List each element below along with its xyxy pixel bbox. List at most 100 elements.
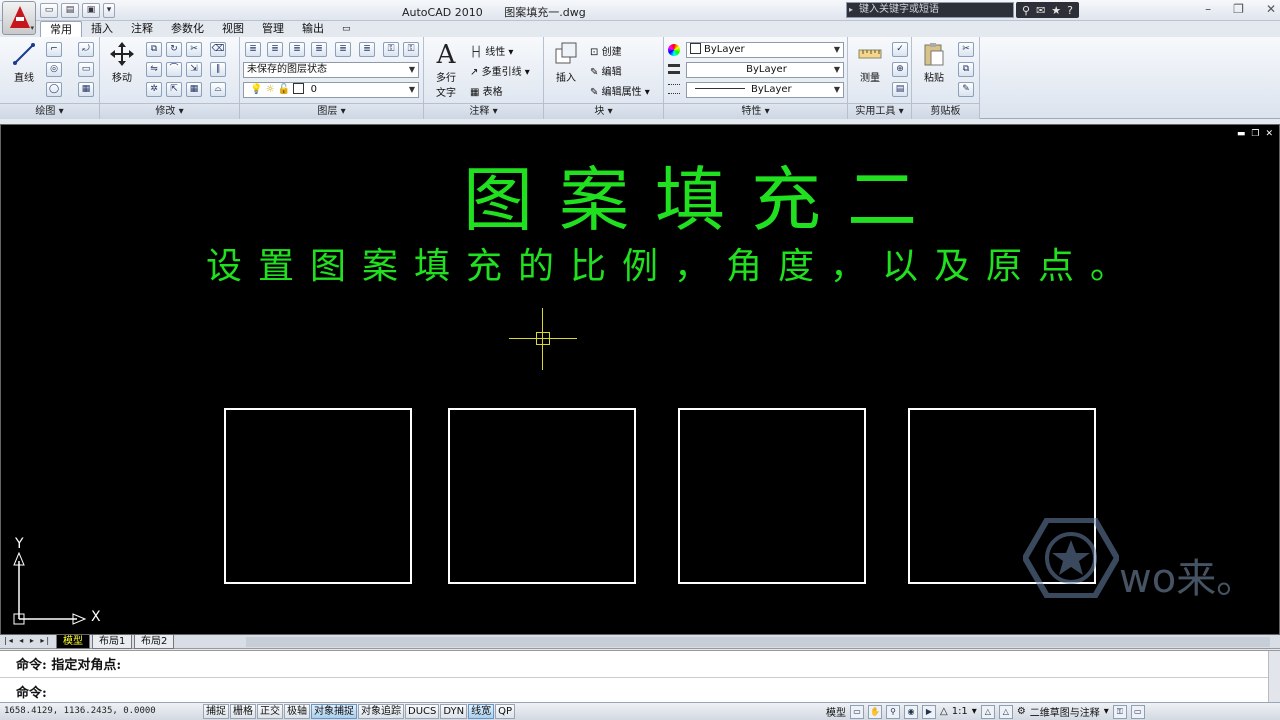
tab-home[interactable]: 常用 [40, 21, 82, 37]
pan-icon[interactable]: ✋ [868, 704, 882, 719]
panel-title-properties[interactable]: 特性 ▾ [664, 103, 847, 119]
layer-lock-icon[interactable]: ⚿ [383, 42, 399, 57]
save-icon[interactable]: ▣ [82, 2, 100, 18]
restore-drawing-icon[interactable]: ❐ [1251, 129, 1259, 139]
mtext-button[interactable]: A 多行 文字 [430, 41, 462, 99]
layer-unlock-icon[interactable]: ⚿ [403, 42, 419, 57]
command-scrollbar[interactable] [1268, 651, 1280, 703]
command-prompt[interactable]: 命令: [16, 682, 47, 701]
quick-select-icon[interactable]: ✓ [892, 42, 908, 57]
rotate-icon[interactable]: ↻ [166, 42, 182, 57]
panel-title-utilities[interactable]: 实用工具 ▾ [848, 103, 911, 119]
rectangle-icon[interactable]: ▭ [78, 62, 94, 77]
color-wheel-icon[interactable] [668, 44, 680, 56]
paste-button[interactable]: 粘贴 [918, 41, 950, 84]
tab-manage[interactable]: 管理 [253, 21, 293, 37]
lineweight-dropdown[interactable]: ByLayer ▼ [686, 82, 844, 98]
minimize-drawing-icon[interactable]: ▬ [1237, 129, 1246, 139]
qp-toggle[interactable]: QP [495, 704, 516, 719]
panel-title-modify[interactable]: 修改 ▾ [100, 103, 239, 119]
select-all-icon[interactable]: ⊕ [892, 62, 908, 77]
polar-toggle[interactable]: 极轴 [284, 704, 310, 719]
scale-icon[interactable]: ⇱ [166, 82, 182, 97]
linetype-dropdown[interactable]: ByLayer ▼ [686, 62, 844, 78]
match-properties-icon[interactable]: ✎ [958, 82, 974, 97]
insert-block-button[interactable]: 插入 [550, 41, 582, 84]
layout-tab-model[interactable]: 模型 [56, 635, 90, 649]
model-space-label[interactable]: 模型 [826, 704, 846, 719]
layout-nav-arrows-icon[interactable]: |◂ ◂ ▸ ▸| [4, 636, 51, 645]
multileader-button[interactable]: ↗ 多重引线 ▾ [470, 63, 530, 78]
panel-title-clipboard[interactable]: 剪贴板 [912, 103, 979, 119]
auto-scale-icon[interactable]: △ [998, 704, 1013, 719]
qat-dropdown-icon[interactable]: ▾ [103, 2, 115, 18]
help-icon[interactable]: ? [1067, 4, 1073, 17]
table-button[interactable]: ▦ 表格 [470, 83, 503, 98]
ortho-toggle[interactable]: 正交 [257, 704, 283, 719]
ducs-toggle[interactable]: DUCS [405, 704, 440, 719]
circle-icon[interactable]: ◎ [46, 62, 62, 77]
lock-toolbar-icon[interactable]: ⚿ [1112, 704, 1127, 719]
workspace-switch[interactable]: 二维草图与注释 [1030, 704, 1100, 719]
grid-toggle[interactable]: 栅格 [230, 704, 256, 719]
offset-icon[interactable]: ∥ [210, 62, 226, 77]
measure-button[interactable]: 测量 [852, 41, 888, 84]
annotation-visibility-icon[interactable]: △ [980, 704, 995, 719]
polyline-icon[interactable]: ⌐ [46, 42, 62, 57]
layer-properties-icon[interactable]: ≣ [245, 42, 261, 57]
open-file-icon[interactable]: ▤ [61, 2, 79, 18]
tab-view[interactable]: 视图 [213, 21, 253, 37]
trim-icon[interactable]: ✂ [186, 42, 202, 57]
showmotion-icon[interactable]: ▶ [922, 704, 936, 719]
edit-attributes-button[interactable]: ✎ 编辑属性 ▾ [590, 83, 650, 98]
join-icon[interactable]: ⌓ [210, 82, 226, 97]
ribbon-minimize-icon[interactable]: ▭ [333, 21, 360, 37]
cut-icon[interactable]: ✂ [958, 42, 974, 57]
favorites-icon[interactable]: ★ [1051, 4, 1061, 17]
close-icon[interactable]: ✕ [1266, 2, 1276, 16]
array-icon[interactable]: ▦ [186, 82, 202, 97]
minimize-icon[interactable]: – [1205, 2, 1211, 16]
snap-toggle[interactable]: 捕捉 [203, 704, 229, 719]
horizontal-scrollbar[interactable] [246, 637, 1270, 647]
layer-state-dropdown[interactable]: 未保存的图层状态 ▼ [243, 62, 419, 78]
tab-annotate[interactable]: 注释 [122, 21, 162, 37]
lineweight-toggle[interactable]: 线宽 [468, 704, 495, 719]
rectangle-boundary[interactable] [678, 408, 866, 584]
explode-icon[interactable]: ✲ [146, 82, 162, 97]
tab-insert[interactable]: 插入 [82, 21, 122, 37]
layout-tab-layout2[interactable]: 布局2 [134, 635, 175, 649]
color-dropdown[interactable]: ByLayer ▼ [686, 42, 844, 58]
binoculars-icon[interactable]: ⚲ [1022, 4, 1030, 17]
layer-off-icon[interactable]: ≣ [359, 42, 375, 57]
layer-previous-icon[interactable]: ≣ [289, 42, 305, 57]
panel-title-layers[interactable]: 图层 ▾ [240, 103, 423, 119]
stretch-icon[interactable]: ⇲ [186, 62, 202, 77]
erase-icon[interactable]: ⌫ [210, 42, 226, 57]
annotation-scale[interactable]: 1:1 [952, 706, 968, 717]
create-block-button[interactable]: ⊡ 创建 [590, 43, 622, 58]
panel-title-draw[interactable]: 绘图 ▾ [0, 103, 99, 119]
clean-screen-icon[interactable]: ▭ [1130, 704, 1145, 719]
communication-center-icon[interactable]: ✉ [1036, 4, 1045, 17]
copy-clip-icon[interactable]: ⧉ [958, 62, 974, 77]
osnap-toggle[interactable]: 对象捕捉 [311, 704, 357, 719]
dyn-toggle[interactable]: DYN [440, 704, 468, 719]
new-file-icon[interactable]: ▭ [40, 2, 58, 18]
zoom-icon[interactable]: ⚲ [886, 704, 900, 719]
steering-wheel-icon[interactable]: ◉ [904, 704, 918, 719]
drawing-subtitle-text[interactable]: 设置图案填充的比例，角度，以及原点。 [206, 247, 1142, 287]
move-button[interactable]: 移动 [106, 41, 138, 84]
layer-match-icon[interactable]: ≣ [335, 42, 351, 57]
search-input[interactable]: ▸ 键入关键字或短语 [846, 2, 1014, 18]
rectangle-boundary[interactable] [448, 408, 636, 584]
drawing-canvas[interactable]: ▬ ❐ ✕ 图案填充二 设置图案填充的比例，角度，以及原点。 Y X wo来。 [0, 124, 1280, 635]
fillet-icon[interactable]: ⌒ [166, 62, 182, 77]
mirror-icon[interactable]: ⇋ [146, 62, 162, 77]
layout-tab-layout1[interactable]: 布局1 [92, 635, 133, 649]
workspace-gear-icon[interactable]: ⚙ [1017, 706, 1026, 717]
line-button[interactable]: 直线 [8, 41, 40, 84]
rectangle-boundary[interactable] [224, 408, 412, 584]
command-line[interactable]: 命令: 指定对角点: 命令: [0, 650, 1280, 703]
layer-states-icon[interactable]: ≣ [267, 42, 283, 57]
